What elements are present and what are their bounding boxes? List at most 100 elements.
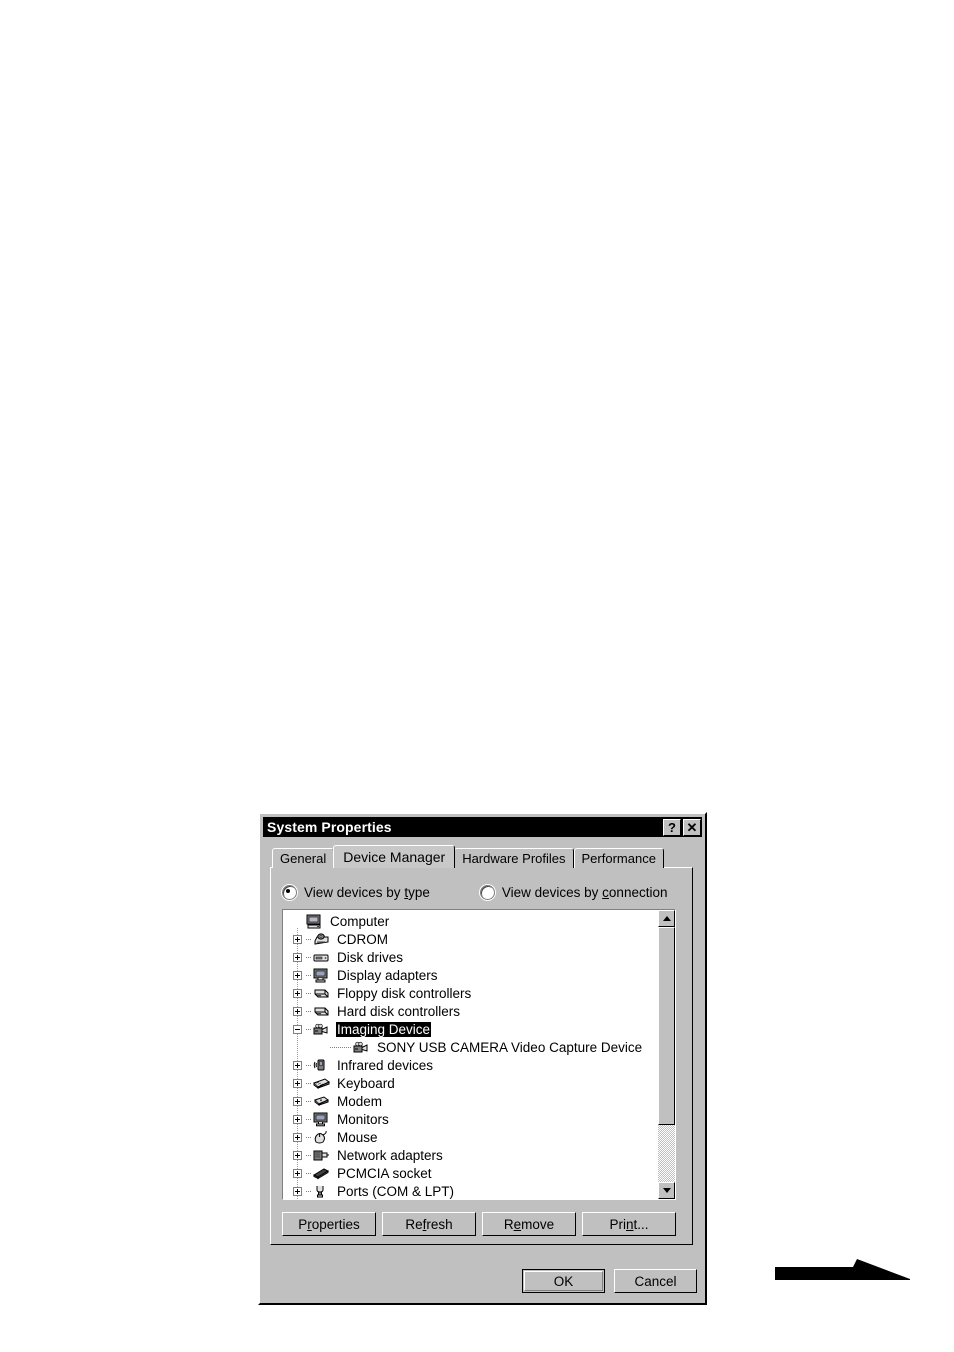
- tree-row-label: Monitors: [337, 1111, 389, 1127]
- tree-row[interactable]: Mouse: [283, 1128, 657, 1146]
- device-tree-scrollbar[interactable]: [658, 910, 675, 1199]
- ok-button[interactable]: OK: [522, 1269, 605, 1293]
- expand-plus-icon[interactable]: [293, 952, 302, 962]
- tree-row-label: SONY USB CAMERA Video Capture Device: [377, 1039, 643, 1055]
- expand-plus-icon[interactable]: [293, 1078, 302, 1088]
- monitor-icon: [313, 1112, 331, 1127]
- expand-plus-icon[interactable]: [293, 970, 302, 980]
- tree-row-label: Disk drives: [337, 949, 404, 965]
- radio-label-by-type: View devices by type: [304, 885, 430, 900]
- expand-plus-icon[interactable]: [293, 1150, 302, 1160]
- tree-connector-dots: [306, 1154, 312, 1156]
- scrollbar-thumb[interactable]: [658, 927, 675, 1125]
- expand-plus-icon[interactable]: [293, 988, 302, 998]
- tree-row[interactable]: SONY USB CAMERA Video Capture Device: [283, 1038, 657, 1056]
- refresh-button[interactable]: Refresh: [382, 1212, 476, 1236]
- expand-plus-icon[interactable]: [293, 1006, 302, 1016]
- expand-plus-icon[interactable]: [293, 1114, 302, 1124]
- scroll-up-arrow-icon[interactable]: [658, 910, 675, 927]
- tree-connector-dots: [306, 1136, 312, 1138]
- tree-row-label: Ports (COM & LPT): [337, 1183, 455, 1199]
- tree-connector-dots: [306, 956, 312, 958]
- tree-row[interactable]: Modem: [283, 1092, 657, 1110]
- tree-row[interactable]: Monitors: [283, 1110, 657, 1128]
- tree-row-label: PCMCIA socket: [337, 1165, 432, 1181]
- tab-performance[interactable]: Performance: [573, 848, 664, 868]
- tree-row[interactable]: PCMCIA socket: [283, 1164, 657, 1182]
- close-button[interactable]: ✕: [683, 818, 701, 836]
- modem-icon: [313, 1094, 331, 1109]
- dialog-titlebar[interactable]: System Properties ? ✕: [263, 817, 702, 837]
- properties-button-label: Properties: [298, 1216, 360, 1232]
- pcmcia-icon: [313, 1166, 331, 1181]
- tree-row[interactable]: Computer: [283, 912, 657, 930]
- system-properties-dialog: System Properties ? ✕ General Device Man…: [258, 812, 707, 1305]
- tree-connector-dots: [306, 1028, 312, 1030]
- expand-plus-icon[interactable]: [293, 1186, 302, 1196]
- properties-button[interactable]: Properties: [282, 1212, 376, 1236]
- tree-row[interactable]: Network adapters: [283, 1146, 657, 1164]
- cdrom-icon: [313, 932, 331, 947]
- camera-icon: [353, 1040, 371, 1055]
- radio-label-by-connection: View devices by connection: [501, 885, 668, 900]
- radio-view-devices-by-type[interactable]: View devices by type: [282, 885, 430, 900]
- tree-row[interactable]: Hard disk controllers: [283, 1002, 657, 1020]
- tree-row-label: Keyboard: [337, 1075, 395, 1091]
- tree-connector-dots: [306, 1118, 312, 1120]
- tree-row[interactable]: CDROM: [283, 930, 657, 948]
- device-tree-rows: Computer CDROM Disk drives Display adapt…: [283, 910, 657, 1199]
- camera-icon: [313, 1022, 331, 1037]
- device-action-buttons: Properties Refresh Remove Print...: [282, 1212, 676, 1236]
- expand-plus-icon[interactable]: [293, 1060, 302, 1070]
- display-adapter-icon: [313, 968, 331, 983]
- tree-row[interactable]: Keyboard: [283, 1074, 657, 1092]
- expand-plus-icon[interactable]: [293, 1132, 302, 1142]
- tree-row[interactable]: Display adapters: [283, 966, 657, 984]
- tree-connector-dots: [306, 1172, 312, 1174]
- tree-row[interactable]: Ports (COM & LPT): [283, 1182, 657, 1199]
- expand-plus-icon[interactable]: [293, 1096, 302, 1106]
- disk-drive-icon: [313, 950, 331, 965]
- print-button-label: Print...: [609, 1216, 649, 1232]
- tree-connector-dots: [306, 938, 312, 940]
- network-adapter-icon: [313, 1148, 331, 1163]
- tree-connector-dots: [330, 1046, 352, 1048]
- cancel-button[interactable]: Cancel: [614, 1269, 697, 1293]
- remove-button-label: Remove: [503, 1216, 555, 1232]
- tree-row[interactable]: Infrared devices: [283, 1056, 657, 1074]
- scroll-down-arrow-icon[interactable]: [658, 1182, 675, 1199]
- tree-row-label: Display adapters: [337, 967, 438, 983]
- tree-row-label: Hard disk controllers: [337, 1003, 461, 1019]
- dialog-title: System Properties: [267, 819, 392, 835]
- tree-row-label: Network adapters: [337, 1147, 443, 1163]
- port-icon: [313, 1184, 331, 1199]
- tree-row-label: Modem: [337, 1093, 383, 1109]
- tree-row[interactable]: Floppy disk controllers: [283, 984, 657, 1002]
- collapse-minus-icon[interactable]: [293, 1024, 302, 1034]
- cancel-button-label: Cancel: [634, 1273, 677, 1289]
- print-button[interactable]: Print...: [582, 1212, 676, 1236]
- tab-hardware-profiles[interactable]: Hardware Profiles: [454, 848, 574, 868]
- page-turn-arrow: [775, 1259, 910, 1280]
- scrollbar-track[interactable]: [658, 927, 675, 1182]
- keyboard-icon: [313, 1076, 331, 1091]
- tree-connector-dots: [306, 974, 312, 976]
- radio-view-devices-by-connection[interactable]: View devices by connection: [479, 885, 668, 900]
- mouse-icon: [313, 1130, 331, 1145]
- tab-strip: General Device Manager Hardware Profiles…: [272, 845, 695, 868]
- ok-button-label: OK: [553, 1273, 574, 1289]
- tree-row[interactable]: Imaging Device: [283, 1020, 657, 1038]
- device-tree-listbox[interactable]: Computer CDROM Disk drives Display adapt…: [282, 909, 676, 1200]
- floppy-controller-icon: [313, 986, 331, 1001]
- tree-connector-dots: [306, 992, 312, 994]
- tree-row-label: Floppy disk controllers: [337, 985, 472, 1001]
- tab-general[interactable]: General: [272, 848, 335, 868]
- remove-button[interactable]: Remove: [482, 1212, 576, 1236]
- help-button[interactable]: ?: [663, 818, 681, 836]
- tab-device-manager[interactable]: Device Manager: [333, 845, 456, 868]
- expand-plus-icon[interactable]: [293, 1168, 302, 1178]
- tree-row[interactable]: Disk drives: [283, 948, 657, 966]
- tree-expander-spacer: [317, 1043, 326, 1052]
- tree-row-label: Infrared devices: [337, 1057, 434, 1073]
- expand-plus-icon[interactable]: [293, 934, 302, 944]
